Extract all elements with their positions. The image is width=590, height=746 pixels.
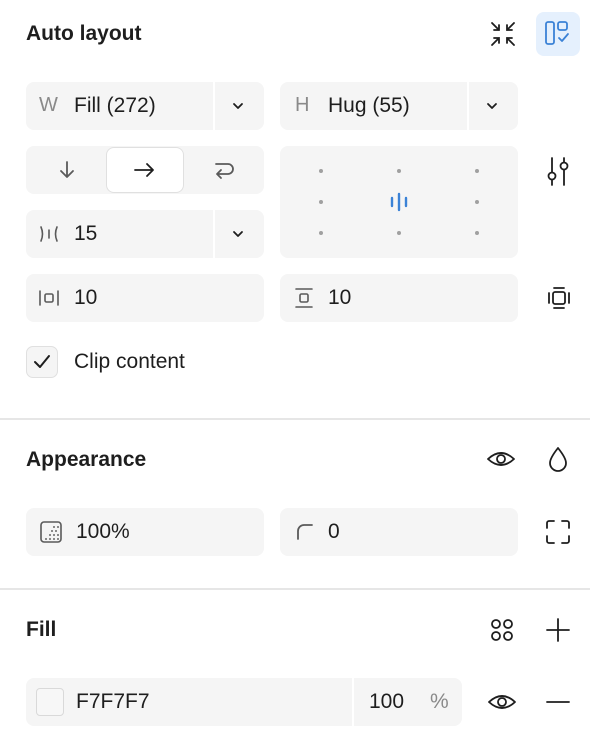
collapse-icon[interactable] [489, 20, 517, 48]
height-prefix: H [295, 94, 310, 116]
layout-grid-check-icon [545, 21, 569, 45]
blend-mode-drop-icon[interactable] [547, 445, 569, 473]
styles-grid-icon[interactable] [489, 617, 515, 643]
chevron-down-icon[interactable] [485, 99, 499, 113]
horizontal-padding-icon [38, 288, 60, 308]
add-fill-icon[interactable] [545, 617, 571, 643]
align-top-left[interactable] [319, 169, 323, 173]
opacity-field[interactable]: 100% [26, 508, 264, 556]
align-middle-right[interactable] [475, 200, 479, 204]
align-bottom-center[interactable] [397, 231, 401, 235]
clip-content-checkbox[interactable] [26, 346, 58, 378]
gap-value[interactable]: 15 [74, 222, 97, 246]
gap-icon [38, 224, 60, 244]
direction-wrap-button[interactable] [212, 159, 236, 181]
wrap-icon [215, 163, 234, 179]
alignment-grid[interactable] [280, 146, 518, 258]
fill-percent-symbol: % [430, 690, 449, 713]
corner-radius-value[interactable]: 0 [328, 520, 340, 544]
align-top-center[interactable] [397, 169, 401, 173]
chevron-down-icon[interactable] [231, 99, 245, 113]
fill-color-swatch[interactable] [36, 688, 64, 716]
independent-corners-icon[interactable] [545, 519, 571, 545]
fill-hex-value[interactable]: F7F7F7 [76, 690, 150, 714]
opacity-value[interactable]: 100% [76, 520, 130, 544]
layout-suggestion-button[interactable] [536, 12, 580, 56]
auto-layout-title: Auto layout [26, 22, 142, 45]
direction-horizontal-button[interactable] [106, 147, 184, 193]
height-value[interactable]: Hug (55) [328, 94, 410, 118]
width-prefix: W [39, 94, 58, 116]
corner-radius-field[interactable]: 0 [280, 508, 518, 556]
width-field[interactable]: W Fill (272) [26, 82, 264, 130]
chevron-down-icon[interactable] [231, 227, 245, 241]
vertical-padding-value[interactable]: 10 [328, 286, 351, 310]
appearance-title: Appearance [26, 448, 147, 471]
fill-title: Fill [26, 618, 57, 641]
opacity-icon [40, 521, 62, 543]
clip-content-label[interactable]: Clip content [74, 350, 185, 374]
arrow-right-icon [134, 163, 154, 177]
direction-control [26, 146, 264, 194]
independent-padding-icon[interactable] [546, 285, 572, 311]
direction-vertical-button[interactable] [56, 159, 78, 181]
vertical-padding-icon [293, 287, 315, 309]
fill-row[interactable]: F7F7F7 100 % [26, 678, 462, 726]
section-divider [0, 418, 590, 420]
check-icon [34, 355, 50, 368]
horizontal-padding-field[interactable]: 10 [26, 274, 264, 322]
fill-opacity-value[interactable]: 100 [369, 690, 404, 714]
align-middle-left[interactable] [319, 200, 323, 204]
gap-field[interactable]: 15 [26, 210, 264, 258]
align-bottom-left[interactable] [319, 231, 323, 235]
fill-visibility-eye-icon[interactable] [487, 690, 517, 714]
section-divider [0, 588, 590, 590]
arrow-down-icon [60, 161, 74, 178]
corner-radius-icon [296, 523, 314, 541]
align-bottom-right[interactable] [475, 231, 479, 235]
layout-settings-icon[interactable] [544, 155, 572, 187]
vertical-padding-field[interactable]: 10 [280, 274, 518, 322]
height-field[interactable]: H Hug (55) [280, 82, 518, 130]
horizontal-padding-value[interactable]: 10 [74, 286, 97, 310]
width-value[interactable]: Fill (272) [74, 94, 156, 118]
align-top-right[interactable] [475, 169, 479, 173]
eye-icon[interactable] [486, 447, 516, 471]
remove-fill-icon[interactable] [545, 689, 571, 715]
align-middle-center-icon[interactable] [388, 191, 410, 213]
